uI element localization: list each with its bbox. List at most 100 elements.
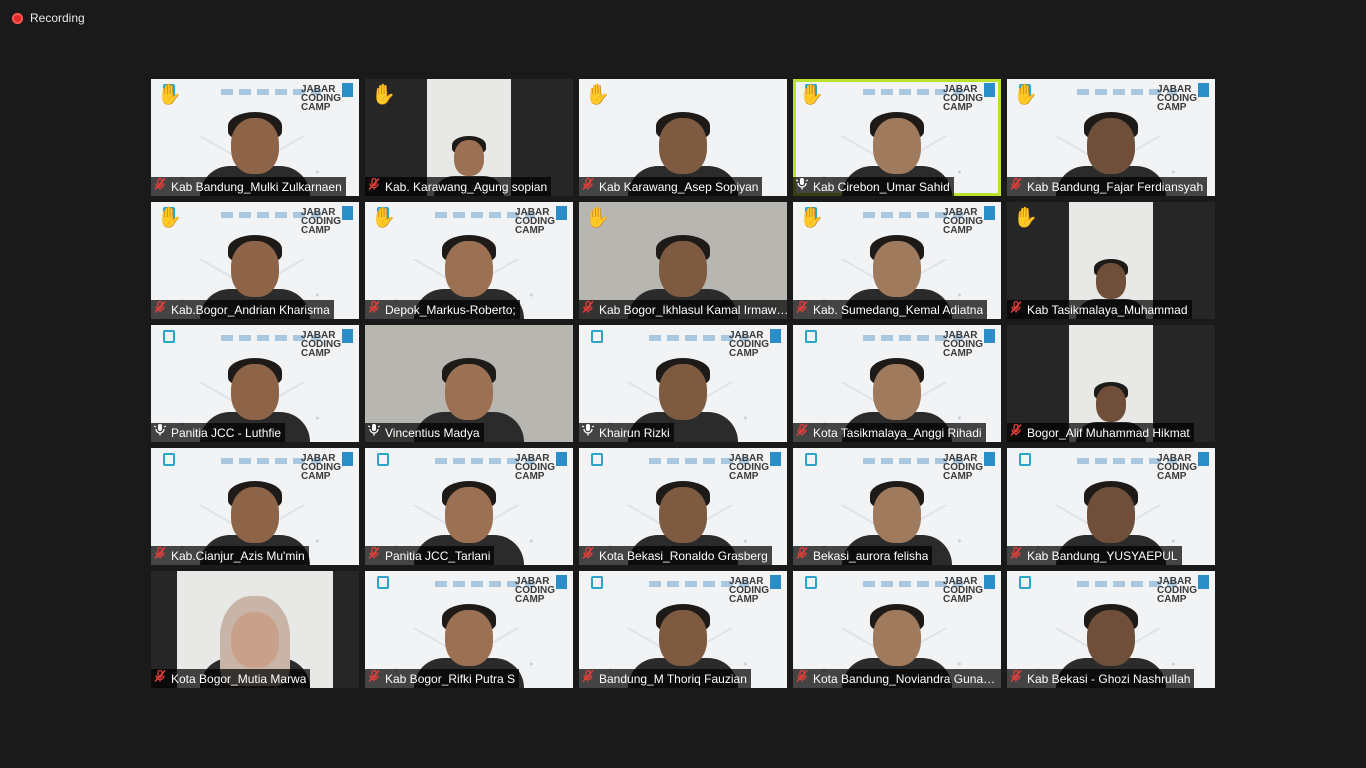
participant-name: Khairun Rizki — [599, 425, 670, 440]
mic-icon — [367, 423, 385, 442]
muted-mic-icon — [153, 300, 171, 319]
participant-tile[interactable]: JABAR CODING CAMP Panitia JCC_Tarlani — [365, 448, 573, 565]
participant-name: Kab.Bogor_Andrian Kharisma — [171, 302, 330, 317]
participant-name: Depok_Markus-Roberto; — [385, 302, 516, 317]
participant-name-label: Bandung_M Thoriq Fauzian — [579, 669, 751, 688]
participant-tile[interactable]: JABAR CODING CAMP ✋ Kab Bandung_Fajar Ferdia… — [1007, 79, 1215, 196]
muted-mic-icon — [1009, 669, 1027, 688]
backdrop-tag — [342, 206, 353, 220]
raised-hand-icon: ✋ — [585, 207, 610, 229]
muted-mic-icon — [1009, 546, 1027, 565]
participant-tile[interactable]: ✋ Kab Bogor_Ikhlasul Kamal Irmawan — [579, 202, 787, 319]
muted-mic-icon — [367, 546, 385, 565]
backdrop-tag — [342, 452, 353, 466]
participant-name-label: Kota Bandung_Noviandra Gunawan — [793, 669, 1001, 688]
raised-hand-icon: ✋ — [157, 84, 182, 106]
participant-name-label: Panitia JCC - Luthfie — [151, 423, 286, 442]
participant-name: Kab Karawang_Asep Sopiyan — [599, 179, 759, 194]
backdrop-tag — [984, 206, 995, 220]
backdrop-tag — [770, 452, 781, 466]
participant-tile[interactable]: JABAR CODING CAMP ✋ Kab. Sumedang_Kemal Adia… — [793, 202, 1001, 319]
raised-hand-icon: ✋ — [1013, 207, 1038, 229]
muted-mic-icon — [153, 546, 171, 565]
participant-tile[interactable]: JABAR CODING CAMP ✋ Kab.Bogor_Andrian Kharis… — [151, 202, 359, 319]
participant-tile[interactable]: Kota Bogor_Mutia Marwa — [151, 571, 359, 688]
muted-mic-icon — [795, 423, 813, 442]
participant-tile[interactable]: JABAR CODING CAMP Kab Bekasi - Ghozi Nashru… — [1007, 571, 1215, 688]
participant-name-label: Kab Bandung_YUSYAEPUL — [1007, 546, 1182, 565]
participant-name-label: Kota Tasikmalaya_Anggi Rihadi — [793, 423, 986, 442]
participant-tile[interactable]: JABAR CODING CAMP ✋ Depok_Markus-Roberto; — [365, 202, 573, 319]
muted-mic-icon — [795, 546, 813, 565]
muted-mic-icon — [581, 177, 599, 196]
participant-tile[interactable]: JABAR CODING CAMP Bekasi_aurora felisha — [793, 448, 1001, 565]
backdrop-tag — [1198, 452, 1209, 466]
participant-name: Kab Bekasi - Ghozi Nashrullah — [1027, 671, 1191, 686]
participant-name-label: Kota Bekasi_Ronaldo Grasberg — [579, 546, 772, 565]
participant-tile[interactable]: ✋ Kab. Karawang_Agung sopian — [365, 79, 573, 196]
participant-name-label: Khairun Rizki — [579, 423, 674, 442]
participant-name-label: Kab Karawang_Asep Sopiyan — [579, 177, 763, 196]
participant-name: Kab Cirebon_Umar Sahid — [813, 179, 950, 194]
participant-tile[interactable]: JABAR CODING CAMP Kab.Cianjur_Azis Mu'min — [151, 448, 359, 565]
participant-tile[interactable]: JABAR CODING CAMP Bandung_M Thoriq Fauzian — [579, 571, 787, 688]
backdrop-tag — [1198, 83, 1209, 97]
participant-tile[interactable]: JABAR CODING CAMP Panitia JCC - Luthfie — [151, 325, 359, 442]
participant-tile[interactable]: JABAR CODING CAMP Kota Tasikmalaya_Anggi Ri… — [793, 325, 1001, 442]
participant-name: Bandung_M Thoriq Fauzian — [599, 671, 747, 686]
participant-tile[interactable]: JABAR CODING CAMP ✋ Kab Bandung_Mulki Zulkar… — [151, 79, 359, 196]
participant-tile[interactable]: JABAR CODING CAMP ✋ Kab Cirebon_Umar Sahid — [793, 79, 1001, 196]
participant-name: Kab.Cianjur_Azis Mu'min — [171, 548, 305, 563]
recording-dot-icon — [12, 12, 23, 24]
participant-name: Panitia JCC_Tarlani — [385, 548, 491, 563]
participant-name: Vincentius Madya — [385, 425, 480, 440]
participant-name-label: Bekasi_aurora felisha — [793, 546, 933, 565]
raised-hand-icon: ✋ — [585, 84, 610, 106]
participant-tile[interactable]: Bogor_Alif Muhammad Hikmat — [1007, 325, 1215, 442]
mic-icon — [153, 423, 171, 442]
backdrop-tag — [984, 575, 995, 589]
participant-tile[interactable]: ✋ Kab Tasikmalaya_Muhammad — [1007, 202, 1215, 319]
raised-hand-icon: ✋ — [157, 207, 182, 229]
participant-name: Kota Bandung_Noviandra Gunawan — [813, 671, 1001, 686]
participant-tile[interactable]: JABAR CODING CAMP Kota Bandung_Noviandra Gu… — [793, 571, 1001, 688]
backdrop-tag — [342, 83, 353, 97]
participant-name: Kota Bogor_Mutia Marwa — [171, 671, 307, 686]
muted-mic-icon — [795, 300, 813, 319]
muted-mic-icon — [581, 300, 599, 319]
backdrop-tag — [556, 452, 567, 466]
participant-tile[interactable]: JABAR CODING CAMP Kab Bogor_Rifki Putra S — [365, 571, 573, 688]
participant-name-label: Kab Cirebon_Umar Sahid — [793, 177, 954, 196]
muted-mic-icon — [581, 669, 599, 688]
participant-name: Kota Bekasi_Ronaldo Grasberg — [599, 548, 768, 563]
backdrop-tag — [984, 83, 995, 97]
muted-mic-icon — [1009, 423, 1027, 442]
participant-name-label: Kab Bekasi - Ghozi Nashrullah — [1007, 669, 1195, 688]
raised-hand-icon: ✋ — [1013, 84, 1038, 106]
raised-hand-icon: ✋ — [371, 84, 396, 106]
participant-name-label: Kab Bogor_Ikhlasul Kamal Irmawan — [579, 300, 787, 319]
raised-hand-icon: ✋ — [799, 207, 824, 229]
participant-tile[interactable]: Vincentius Madya — [365, 325, 573, 442]
participant-tile[interactable]: JABAR CODING CAMP Khairun Rizki — [579, 325, 787, 442]
participant-name-label: Kab Bogor_Rifki Putra S — [365, 669, 520, 688]
participant-name: Panitia JCC - Luthfie — [171, 425, 282, 440]
participant-name-label: Kab.Bogor_Andrian Kharisma — [151, 300, 334, 319]
participant-name-label: Vincentius Madya — [365, 423, 484, 442]
raised-hand-icon: ✋ — [799, 84, 824, 106]
mic-icon — [795, 177, 813, 196]
participant-name-label: Depok_Markus-Roberto; — [365, 300, 520, 319]
participant-tile[interactable]: JABAR CODING CAMP Kab Bandung_YUSYAEPUL — [1007, 448, 1215, 565]
backdrop-tag — [556, 206, 567, 220]
participant-tile[interactable]: JABAR CODING CAMP Kota Bekasi_Ronaldo Grasb… — [579, 448, 787, 565]
muted-mic-icon — [795, 669, 813, 688]
backdrop-tag — [770, 575, 781, 589]
participant-name: Kab Bogor_Rifki Putra S — [385, 671, 516, 686]
backdrop-tag — [1198, 575, 1209, 589]
muted-mic-icon — [581, 546, 599, 565]
participant-tile[interactable]: ✋ Kab Karawang_Asep Sopiyan — [579, 79, 787, 196]
mic-icon — [581, 423, 599, 442]
participant-name-label: Kab Bandung_Mulki Zulkarnaen — [151, 177, 346, 196]
raised-hand-icon: ✋ — [371, 207, 396, 229]
backdrop-tag — [556, 575, 567, 589]
